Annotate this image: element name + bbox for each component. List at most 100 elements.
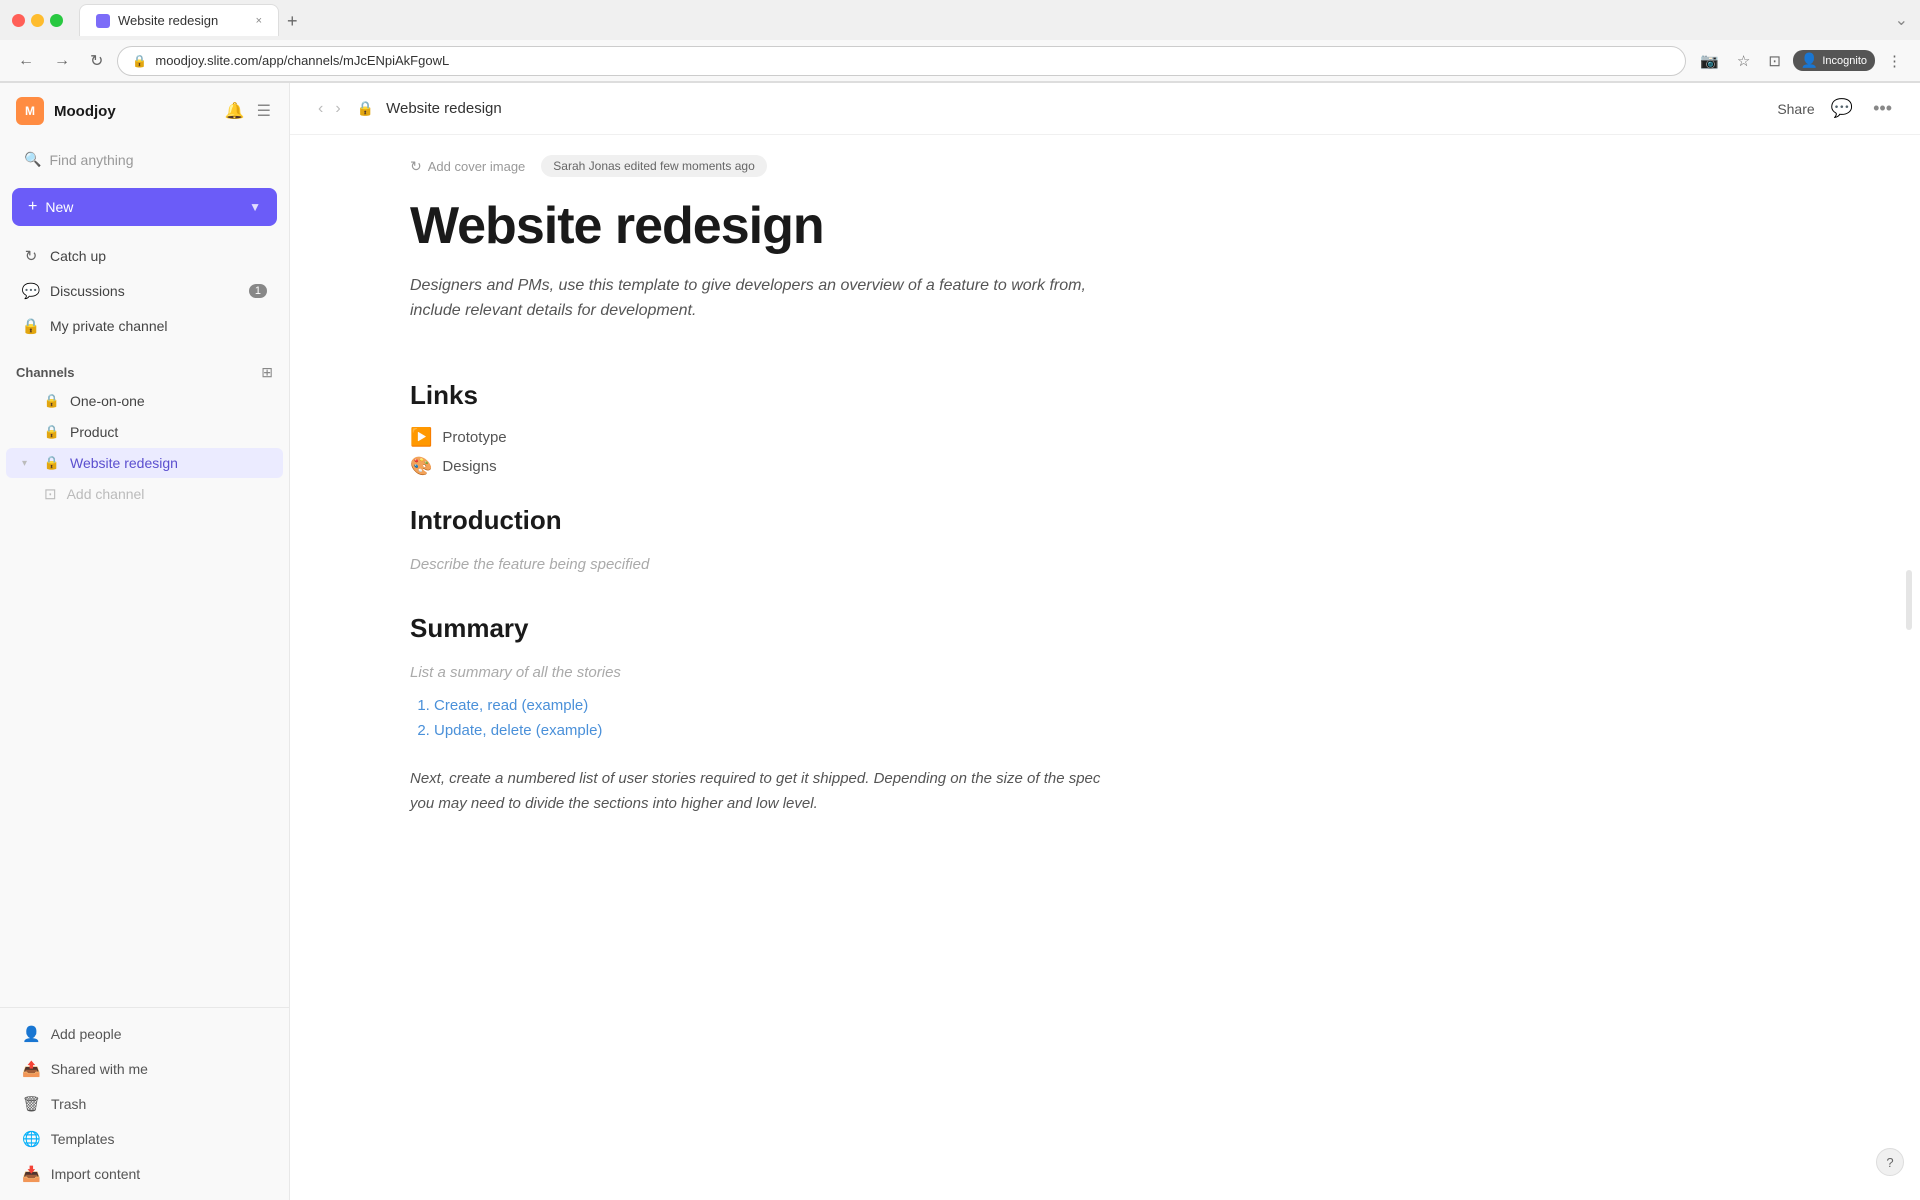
new-button[interactable]: + New ▼ [12, 188, 277, 226]
add-cover-label: Add cover image [428, 159, 526, 174]
prototype-emoji: ▶️ [410, 427, 432, 448]
website-redesign-label: Website redesign [70, 455, 178, 471]
catch-up-label: Catch up [50, 248, 267, 264]
discussions-icon: 💬 [22, 282, 40, 300]
add-channel-label: Add channel [67, 486, 145, 502]
import-icon: 📥 [22, 1165, 41, 1183]
search-icon: 🔍 [24, 151, 41, 168]
product-lock-icon: 🔒 [44, 424, 60, 440]
topbar: ‹ › 🔒 Website redesign Share 💬 ••• [290, 83, 1920, 135]
browser-chrome: Website redesign × + ⌄ ← → ↻ 🔒 moodjoy.s… [0, 0, 1920, 83]
product-label: Product [70, 424, 118, 440]
sidebar-header-icons: 🔔 ☰ [223, 99, 273, 123]
channels-section-header: Channels ⊞ [0, 356, 289, 385]
summary-list-item-2[interactable]: Update, delete (example) [434, 718, 1570, 743]
sidebar-item-private[interactable]: 🔒 My private channel [6, 309, 283, 343]
sidebar-item-catch-up[interactable]: ↻ Catch up [6, 239, 283, 273]
address-text: moodjoy.slite.com/app/channels/mJcENpiAk… [155, 53, 1671, 68]
new-tab-button[interactable]: + [279, 7, 306, 36]
summary-item-1-link[interactable]: Create, read (example) [434, 697, 588, 714]
tab-favicon [96, 14, 110, 28]
link-prototype[interactable]: ▶️ Prototype [410, 423, 1570, 452]
shared-with-me-icon: 📤 [22, 1060, 41, 1078]
window-more: ⌄ [1895, 10, 1908, 30]
topbar-nav: ‹ › [314, 96, 345, 122]
add-channel-icon: ⊡ [44, 485, 57, 503]
sidebar: M Moodjoy 🔔 ☰ 🔍 Find anything + New ▼ ↻ … [0, 83, 290, 1200]
summary-heading: Summary [410, 589, 1570, 656]
summary-placeholder[interactable]: List a summary of all the stories [410, 656, 1570, 685]
browser-dots [12, 14, 63, 27]
active-tab[interactable]: Website redesign × [79, 4, 279, 36]
more-options-button[interactable]: ••• [1869, 94, 1896, 123]
incognito-badge: 👤 Incognito [1793, 50, 1875, 71]
designs-link[interactable]: Designs [442, 458, 496, 475]
channels-section: Channels ⊞ 🔒 One-on-one 🔒 Product ▾ 🔒 We… [0, 352, 289, 514]
add-people-icon: 👤 [22, 1025, 41, 1043]
prototype-link[interactable]: Prototype [442, 429, 506, 446]
summary-item-2-link[interactable]: Update, delete (example) [434, 722, 602, 739]
address-bar[interactable]: 🔒 moodjoy.slite.com/app/channels/mJcENpi… [117, 46, 1686, 76]
back-button[interactable]: ← [12, 48, 40, 74]
channels-section-title: Channels [16, 365, 261, 380]
close-dot[interactable] [12, 14, 25, 27]
discussions-badge: 1 [249, 284, 267, 298]
add-channel-item[interactable]: ⊡ Add channel [6, 479, 283, 509]
minimize-dot[interactable] [31, 14, 44, 27]
sidebar-toggle-button[interactable]: ☰ [255, 99, 273, 123]
channels-grid-button[interactable]: ⊞ [261, 364, 273, 381]
sidebar-item-add-people[interactable]: 👤 Add people [6, 1017, 283, 1051]
expand-icon-website: ▾ [22, 458, 34, 469]
sidebar-item-product[interactable]: 🔒 Product [6, 417, 283, 447]
document-area: ↻ Add cover image Sarah Jonas edited few… [290, 135, 1690, 1200]
refresh-button[interactable]: ↻ [84, 47, 109, 75]
workspace-avatar[interactable]: M [16, 97, 44, 125]
tab-close-btn[interactable]: × [256, 15, 262, 27]
new-btn-arrow-icon: ▼ [249, 200, 261, 214]
sidebar-item-one-on-one[interactable]: 🔒 One-on-one [6, 386, 283, 416]
link-designs[interactable]: 🎨 Designs [410, 452, 1570, 481]
sidebar-item-templates[interactable]: 🌐 Templates [6, 1122, 283, 1156]
sidebar-item-website-redesign[interactable]: ▾ 🔒 Website redesign [6, 448, 283, 478]
share-button[interactable]: Share [1777, 101, 1814, 117]
sidebar-item-shared-with-me[interactable]: 📤 Shared with me [6, 1052, 283, 1086]
add-cover-button[interactable]: ↻ Add cover image [410, 158, 525, 175]
maximize-dot[interactable] [50, 14, 63, 27]
document-title: Website redesign [410, 185, 1570, 273]
browser-lock-icon: 🔒 [132, 54, 147, 68]
browser-more-button[interactable]: ⋮ [1881, 48, 1908, 74]
browser-tabs: Website redesign × + [79, 4, 306, 36]
cover-refresh-icon: ↻ [410, 158, 422, 175]
private-channel-icon: 🔒 [22, 317, 40, 335]
new-btn-plus-icon: + [28, 198, 37, 216]
sidebar-item-import[interactable]: 📥 Import content [6, 1157, 283, 1191]
topbar-forward-button[interactable]: › [331, 96, 344, 122]
side-panel-button[interactable]: ⊡ [1762, 48, 1787, 74]
introduction-heading: Introduction [410, 481, 1570, 548]
summary-list-item-1[interactable]: Create, read (example) [434, 693, 1570, 718]
browser-actions: 📷 ☆ ⊡ 👤 Incognito ⋮ [1694, 48, 1908, 74]
summary-list: Create, read (example) Update, delete (e… [410, 685, 1570, 751]
discussions-label: Discussions [50, 283, 239, 299]
bookmark-button[interactable]: ☆ [1731, 48, 1756, 74]
document-body-text: Next, create a numbered list of user sto… [410, 751, 1110, 817]
links-heading: Links [410, 356, 1570, 423]
import-label: Import content [51, 1166, 141, 1182]
trash-icon: 🗑 [22, 1095, 41, 1113]
incognito-label: Incognito [1822, 55, 1867, 67]
help-button[interactable]: ? [1876, 1148, 1904, 1176]
comment-button[interactable]: 💬 [1827, 94, 1857, 123]
sidebar-item-discussions[interactable]: 💬 Discussions 1 [6, 274, 283, 308]
website-redesign-lock-icon: 🔒 [44, 455, 60, 471]
sidebar-item-trash[interactable]: 🗑 Trash [6, 1087, 283, 1121]
forward-button[interactable]: → [48, 48, 76, 74]
introduction-placeholder[interactable]: Describe the feature being specified [410, 548, 1570, 589]
topbar-title: Website redesign [386, 100, 1765, 117]
catch-up-icon: ↻ [22, 247, 40, 265]
topbar-back-button[interactable]: ‹ [314, 96, 327, 122]
edit-info-text: Sarah Jonas edited few moments ago [553, 159, 754, 173]
camera-off-button[interactable]: 📷 [1694, 48, 1725, 74]
sidebar-search[interactable]: 🔍 Find anything [12, 143, 277, 176]
doc-meta: ↻ Add cover image Sarah Jonas edited few… [410, 135, 1570, 185]
notification-button[interactable]: 🔔 [223, 99, 247, 123]
